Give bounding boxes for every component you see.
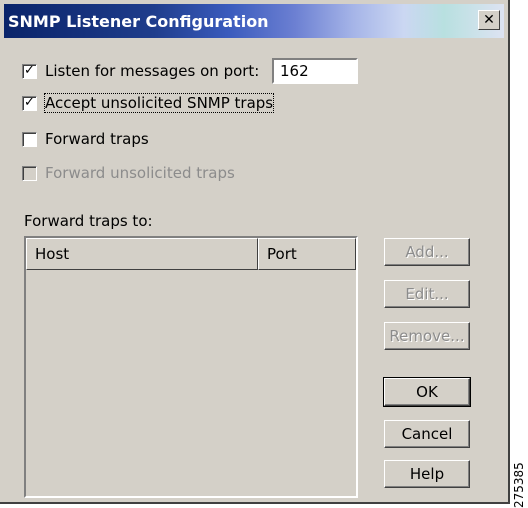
listen-option[interactable]: ✓ Listen for messages on port: (22, 60, 259, 82)
forward-hosts-table[interactable]: Host Port (24, 236, 358, 498)
forward-traps-label: Forward traps (45, 130, 149, 148)
figure-code-text: 275385 (512, 462, 526, 508)
column-header-host[interactable]: Host (26, 238, 258, 270)
add-button: Add... (384, 238, 470, 266)
port-input[interactable] (272, 58, 358, 84)
accept-unsolicited-label: Accept unsolicited SNMP traps (43, 93, 275, 113)
title-bar[interactable]: SNMP Listener Configuration ✕ (4, 4, 504, 38)
forward-traps-checkbox[interactable] (22, 131, 37, 147)
close-button[interactable]: ✕ (478, 10, 500, 30)
remove-button: Remove... (384, 322, 470, 350)
accept-unsolicited-option[interactable]: ✓ Accept unsolicited SNMP traps (22, 92, 275, 114)
window-title: SNMP Listener Configuration (8, 12, 269, 31)
cancel-button[interactable]: Cancel (384, 420, 470, 448)
forward-unsolicited-option: Forward unsolicited traps (22, 162, 235, 184)
accept-unsolicited-checkbox[interactable]: ✓ (22, 95, 37, 111)
column-header-port[interactable]: Port (258, 238, 356, 270)
forward-unsolicited-checkbox (22, 165, 37, 181)
snmp-listener-dialog: SNMP Listener Configuration ✕ ✓ Listen f… (0, 0, 510, 504)
figure-code: 275385 (512, 448, 526, 508)
listen-label: Listen for messages on port: (45, 62, 260, 80)
edit-button: Edit... (384, 280, 470, 308)
help-button[interactable]: Help (384, 460, 470, 488)
close-icon: ✕ (483, 12, 495, 28)
forward-traps-to-label: Forward traps to: (24, 212, 153, 230)
forward-traps-option[interactable]: Forward traps (22, 128, 149, 150)
listen-checkbox[interactable]: ✓ (22, 63, 37, 79)
ok-button[interactable]: OK (383, 377, 471, 407)
forward-unsolicited-label: Forward unsolicited traps (45, 164, 235, 182)
